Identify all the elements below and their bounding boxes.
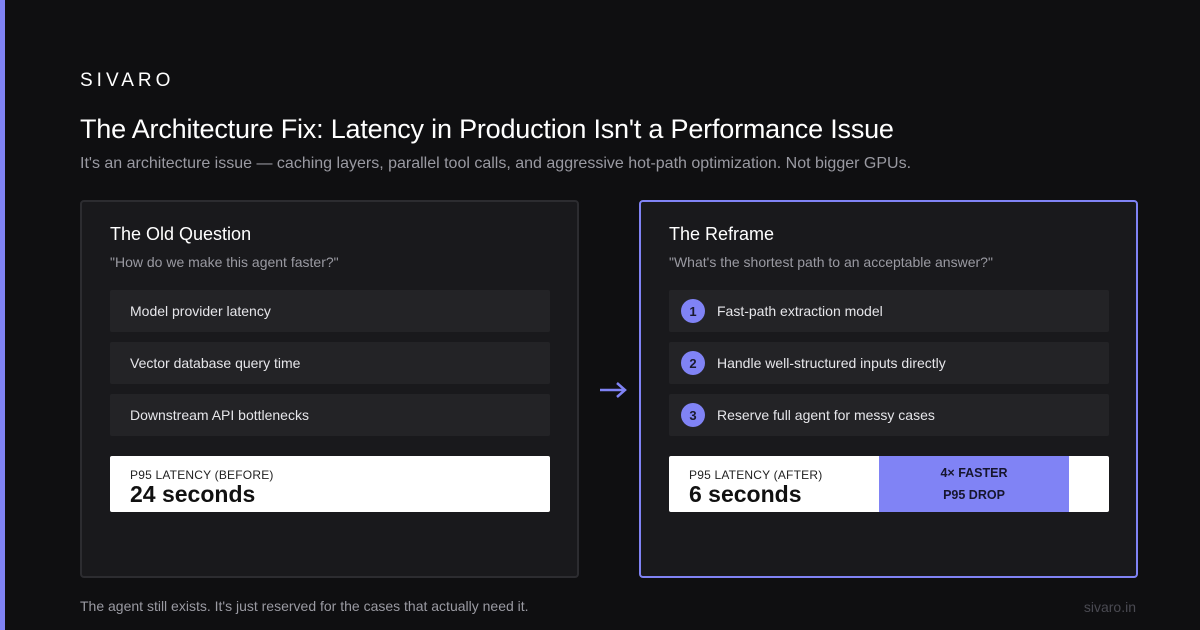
- page-title: The Architecture Fix: Latency in Product…: [80, 114, 894, 144]
- speedup-badge: 4× FASTER P95 DROP: [879, 456, 1069, 512]
- old-list-item: Downstream API bottlenecks: [110, 394, 550, 436]
- step-number-badge: 2: [681, 351, 705, 375]
- step-number-badge: 3: [681, 403, 705, 427]
- accent-bar: [0, 0, 5, 630]
- reframe-item-label: Fast-path extraction model: [717, 303, 883, 319]
- old-card-question: "How do we make this agent faster?": [110, 254, 339, 270]
- reframe-item-label: Handle well-structured inputs directly: [717, 355, 946, 371]
- reframe-card-title: The Reframe: [669, 224, 775, 244]
- metric-label: P95 LATENCY (BEFORE): [130, 468, 274, 482]
- reframe-card-question: "What's the shortest path to an acceptab…: [669, 254, 993, 270]
- brand-logo: SIVARO: [80, 70, 175, 91]
- reframe-card: The Reframe "What's the shortest path to…: [639, 200, 1138, 578]
- metric-label: P95 LATENCY (AFTER): [689, 468, 823, 482]
- old-question-card: The Old Question "How do we make this ag…: [80, 200, 579, 578]
- old-item-label: Vector database query time: [130, 355, 301, 371]
- reframe-list-item: 3 Reserve full agent for messy cases: [669, 394, 1109, 436]
- reframe-list-item: 2 Handle well-structured inputs directly: [669, 342, 1109, 384]
- after-latency-metric: P95 LATENCY (AFTER) 6 seconds 4× FASTER …: [669, 456, 1109, 512]
- metric-value: 24 seconds: [130, 481, 256, 507]
- reframe-item-label: Reserve full agent for messy cases: [717, 407, 935, 423]
- before-latency-metric: P95 LATENCY (BEFORE) 24 seconds: [110, 456, 550, 512]
- old-item-label: Model provider latency: [130, 303, 271, 319]
- page-subtitle: It's an architecture issue — caching lay…: [80, 155, 912, 172]
- old-item-label: Downstream API bottlenecks: [130, 407, 309, 423]
- metric-value: 6 seconds: [689, 481, 802, 507]
- reframe-list-item: 1 Fast-path extraction model: [669, 290, 1109, 332]
- footer-note: The agent still exists. It's just reserv…: [80, 598, 529, 614]
- step-number-badge: 1: [681, 299, 705, 323]
- footer-site-link[interactable]: sivaro.in: [1084, 599, 1136, 615]
- badge-line-1: 4× FASTER: [940, 466, 1008, 480]
- badge-line-2: P95 DROP: [943, 488, 1005, 502]
- old-list-item: Model provider latency: [110, 290, 550, 332]
- old-list-item: Vector database query time: [110, 342, 550, 384]
- arrow-right-icon: [600, 382, 627, 398]
- old-card-title: The Old Question: [110, 224, 252, 244]
